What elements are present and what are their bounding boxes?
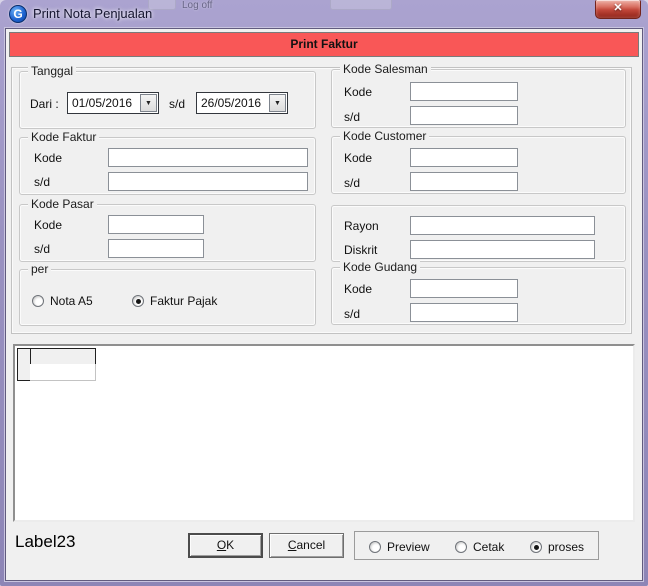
rayon-input[interactable] — [410, 216, 595, 235]
group-kode-customer: Kode Customer Kode s/d — [331, 136, 626, 194]
group-per-legend: per — [28, 262, 51, 276]
radio-cetak[interactable]: Cetak — [455, 540, 504, 554]
group-tanggal: Tanggal Dari : 01/05/2016 ▼ s/d 26/05/20… — [19, 71, 316, 129]
kode-label: Kode — [344, 282, 372, 296]
faktur-from-input[interactable] — [108, 148, 308, 167]
window: Log off G Print Nota Penjualan ✕ Print F… — [0, 0, 648, 586]
kode-label: Kode — [344, 85, 372, 99]
pasar-to-input[interactable] — [108, 239, 204, 258]
radio-label: Cetak — [473, 540, 504, 554]
radio-label: proses — [548, 540, 584, 554]
group-kode-gudang-legend: Kode Gudang — [340, 260, 420, 274]
group-tanggal-legend: Tanggal — [28, 64, 76, 78]
background-artifact-text: Log off — [182, 0, 212, 11]
client-area: Print Faktur Tanggal Dari : 01/05/2016 ▼… — [5, 28, 643, 581]
date-to-combobox[interactable]: 26/05/2016 ▼ — [196, 92, 288, 114]
radio-label: Nota A5 — [50, 294, 93, 308]
gudang-from-input[interactable] — [410, 279, 518, 298]
radio-icon — [455, 541, 467, 553]
group-rayon-diskrit: Rayon Diskrit — [331, 205, 626, 262]
group-per: per Nota A5 Faktur Pajak — [19, 269, 316, 326]
grid-row-selector — [17, 364, 31, 381]
form-header: Print Faktur — [9, 32, 639, 57]
group-kode-customer-legend: Kode Customer — [340, 129, 429, 143]
radio-icon — [32, 295, 44, 307]
date-from-value: 01/05/2016 — [68, 93, 139, 113]
pasar-from-input[interactable] — [108, 215, 204, 234]
app-icon: G — [9, 5, 27, 23]
radio-icon — [369, 541, 381, 553]
customer-to-input[interactable] — [410, 172, 518, 191]
radio-label: Preview — [387, 540, 430, 554]
date-to-value: 26/05/2016 — [197, 93, 268, 113]
ok-button[interactable]: OK — [188, 533, 263, 558]
results-grid[interactable] — [13, 344, 635, 522]
radio-label: Faktur Pajak — [150, 294, 217, 308]
group-kode-salesman-legend: Kode Salesman — [340, 62, 431, 76]
sd-label: s/d — [169, 97, 185, 111]
radio-faktur-pajak[interactable]: Faktur Pajak — [132, 294, 217, 308]
kode-label: Kode — [34, 151, 62, 165]
dropdown-button[interactable]: ▼ — [140, 94, 157, 112]
status-label: Label23 — [15, 532, 76, 552]
diskrit-input[interactable] — [410, 240, 595, 259]
radio-nota-a5[interactable]: Nota A5 — [32, 294, 93, 308]
group-kode-pasar: Kode Pasar Kode s/d — [19, 204, 316, 262]
group-kode-faktur: Kode Faktur Kode s/d — [19, 137, 316, 195]
kode-label: Kode — [344, 151, 372, 165]
group-kode-pasar-legend: Kode Pasar — [28, 197, 97, 211]
chevron-down-icon: ▼ — [145, 100, 152, 107]
salesman-from-input[interactable] — [410, 82, 518, 101]
radio-icon — [530, 541, 542, 553]
dari-label: Dari : — [30, 97, 59, 111]
dropdown-button[interactable]: ▼ — [269, 94, 286, 112]
cancel-button[interactable]: Cancel — [269, 533, 344, 558]
close-icon: ✕ — [613, 2, 622, 14]
sd-label: s/d — [34, 175, 50, 189]
salesman-to-input[interactable] — [410, 106, 518, 125]
output-options-frame: Preview Cetak proses — [354, 531, 599, 560]
radio-preview[interactable]: Preview — [369, 540, 430, 554]
chevron-down-icon: ▼ — [274, 100, 281, 107]
group-kode-salesman: Kode Salesman Kode s/d — [331, 69, 626, 128]
grid-data-cell — [30, 364, 96, 381]
sd-label: s/d — [34, 242, 50, 256]
background-artifact — [330, 0, 392, 10]
diskrit-label: Diskrit — [344, 243, 377, 257]
faktur-to-input[interactable] — [108, 172, 308, 191]
sd-label: s/d — [344, 110, 360, 124]
close-button[interactable]: ✕ — [595, 0, 641, 19]
grid-header-cell — [30, 348, 96, 365]
date-from-combobox[interactable]: 01/05/2016 ▼ — [67, 92, 159, 114]
sd-label: s/d — [344, 176, 360, 190]
grid-corner-cell — [17, 348, 31, 365]
radio-proses[interactable]: proses — [530, 540, 584, 554]
group-kode-gudang: Kode Gudang Kode s/d — [331, 267, 626, 325]
kode-label: Kode — [34, 218, 62, 232]
titlebar: Log off G Print Nota Penjualan ✕ — [0, 0, 648, 28]
sd-label: s/d — [344, 307, 360, 321]
customer-from-input[interactable] — [410, 148, 518, 167]
rayon-label: Rayon — [344, 219, 379, 233]
window-title: Print Nota Penjualan — [33, 0, 152, 28]
gudang-to-input[interactable] — [410, 303, 518, 322]
radio-icon — [132, 295, 144, 307]
group-kode-faktur-legend: Kode Faktur — [28, 130, 99, 144]
